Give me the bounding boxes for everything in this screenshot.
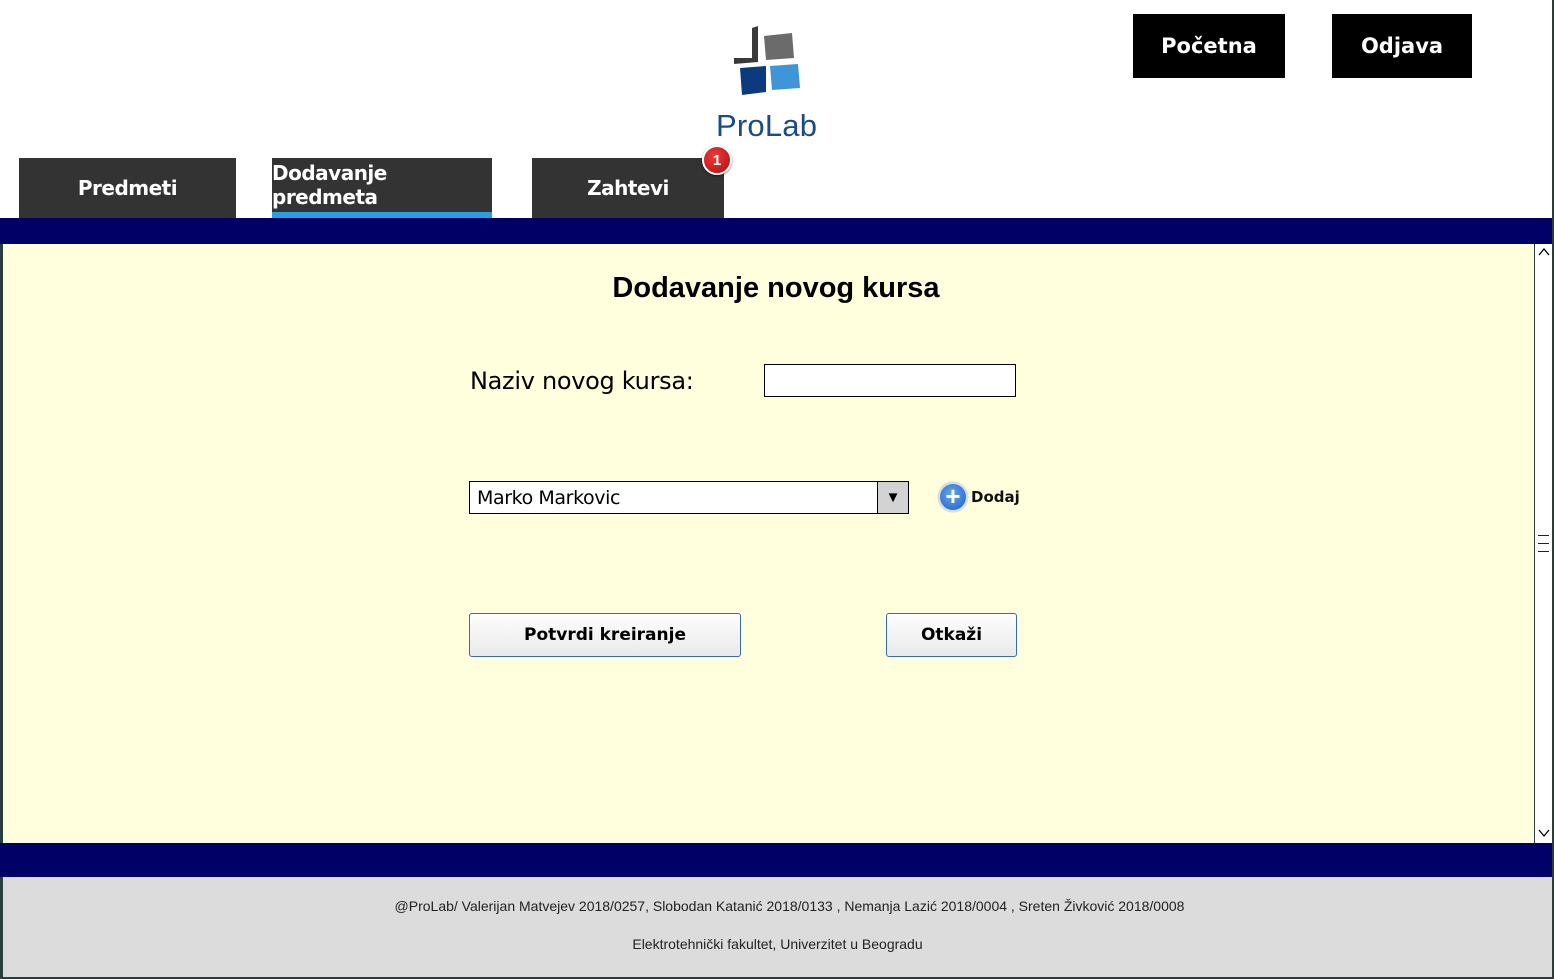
professor-select-value: Marko Markovic: [477, 487, 621, 509]
footer-institution: Elektrotehnički fakultet, Univerzitet u …: [632, 936, 923, 952]
add-professor-button[interactable]: + Dodaj: [938, 482, 1020, 512]
app-frame: ProLab Početna Odjava Predmeti Dodavanje…: [0, 0, 1554, 979]
dropdown-arrow-icon[interactable]: ▼: [877, 482, 908, 513]
vertical-scrollbar[interactable]: [1534, 244, 1552, 843]
tab-zahtevi[interactable]: Zahtevi: [532, 158, 724, 218]
chevron-down-icon[interactable]: [1535, 825, 1552, 843]
cancel-button[interactable]: Otkaži: [886, 613, 1017, 657]
logo-text: ProLab: [716, 108, 818, 143]
tab-dodavanje-predmeta[interactable]: Dodavanje predmeta: [272, 158, 492, 218]
content-panel: [0, 244, 1552, 844]
footer: @ProLab/ Valerijan Matvejev 2018/0257, S…: [0, 877, 1552, 979]
bottom-band: [0, 843, 1552, 877]
professor-select[interactable]: Marko Markovic ▼: [469, 481, 909, 514]
top-band: [0, 218, 1552, 244]
course-name-input[interactable]: [764, 364, 1016, 397]
prolab-logo-icon: [734, 26, 800, 95]
logout-button[interactable]: Odjava: [1332, 14, 1472, 78]
footer-authors: @ProLab/ Valerijan Matvejev 2018/0257, S…: [394, 898, 1185, 914]
tab-predmeti[interactable]: Predmeti: [19, 158, 236, 218]
course-name-label: Naziv novog kursa:: [470, 367, 694, 395]
notification-badge: 1: [702, 145, 732, 175]
confirm-create-button[interactable]: Potvrdi kreiranje: [469, 613, 741, 657]
scroll-thumb[interactable]: [1538, 528, 1549, 556]
home-button[interactable]: Početna: [1133, 14, 1285, 78]
prolab-logo: ProLab: [712, 24, 822, 144]
page-title: Dodavanje novog kursa: [612, 272, 940, 304]
add-label: Dodaj: [971, 488, 1020, 506]
plus-circle-icon[interactable]: +: [938, 482, 968, 512]
chevron-up-icon[interactable]: [1535, 244, 1552, 262]
